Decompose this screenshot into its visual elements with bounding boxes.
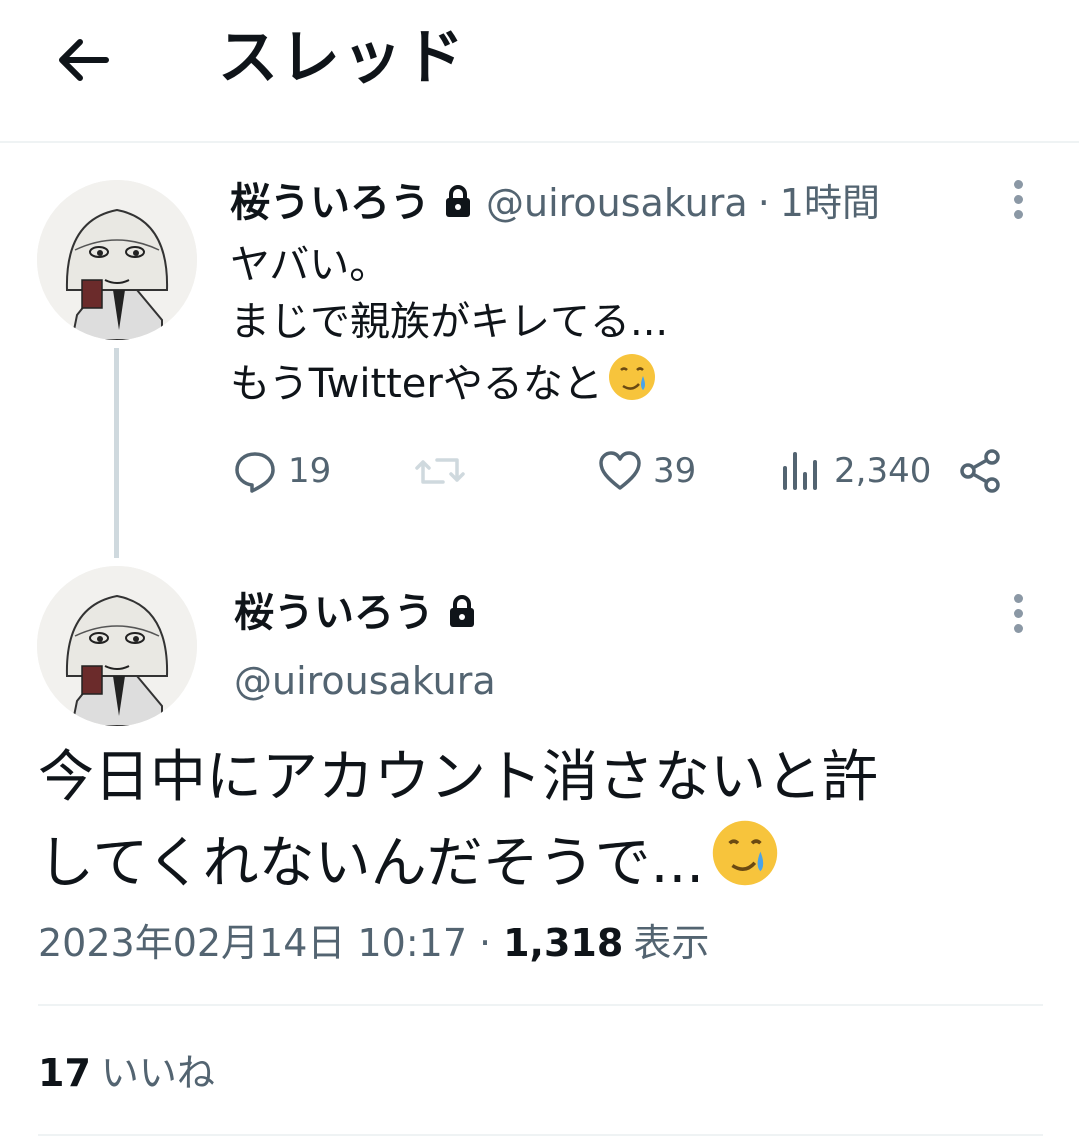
- tweet-body: ヤバい。 まじで親族がキレてる... もうTwitterやるなと: [230, 238, 668, 417]
- tweet-header: 桜ういろう: [234, 588, 476, 638]
- retweet-icon: [415, 458, 465, 484]
- views-button[interactable]: 2,340: [778, 448, 931, 494]
- back-arrow-icon[interactable]: [54, 30, 114, 90]
- face-holding-back-tears-icon: [710, 818, 780, 910]
- tweet-text-line: もうTwitterやるなと: [230, 361, 603, 407]
- divider: [38, 1004, 1043, 1006]
- reply-button[interactable]: 19: [232, 448, 331, 494]
- separator-dot: ·: [757, 181, 770, 225]
- tweet-date[interactable]: 2023年02月14日 10:17: [38, 918, 467, 968]
- tweet-text-line: してくれないんだそうで...: [38, 831, 705, 896]
- view-count: 1,318: [503, 921, 624, 965]
- like-count: 17: [38, 1051, 91, 1095]
- thread-line: [114, 348, 119, 558]
- tweet-body: 今日中にアカウント消さないと許 してくれないんだそうで...: [38, 738, 878, 910]
- display-name[interactable]: 桜ういろう: [234, 588, 434, 638]
- header-divider: [0, 141, 1079, 143]
- avatar[interactable]: [37, 566, 197, 726]
- tweet-text-line: ヤバい。: [230, 242, 390, 288]
- more-options-icon[interactable]: [1014, 594, 1028, 639]
- tweet-text-line: 今日中にアカウント消さないと許: [38, 745, 878, 810]
- tweet-text-line: まじで親族がキレてる...: [230, 299, 669, 345]
- lock-icon: [448, 594, 476, 632]
- heart-icon: [599, 451, 641, 490]
- likes-label: いいね: [100, 1051, 215, 1095]
- face-holding-back-tears-icon: [607, 352, 657, 417]
- separator-dot: ·: [479, 921, 492, 965]
- like-count: 39: [653, 451, 697, 491]
- divider: [38, 1134, 1043, 1136]
- tweet-header: 桜ういろう @uirousakura · 1時間: [230, 178, 880, 228]
- like-button[interactable]: 39: [597, 448, 696, 494]
- share-icon[interactable]: [958, 448, 1004, 498]
- display-name[interactable]: 桜ういろう: [230, 178, 430, 228]
- view-count: 2,340: [834, 451, 932, 491]
- lock-icon: [444, 184, 472, 222]
- retweet-button[interactable]: [413, 448, 477, 494]
- reply-count: 19: [288, 451, 332, 491]
- reply-icon: [235, 452, 275, 493]
- tweet-meta-row: 2023年02月14日 10:17 · 1,318 表示: [38, 918, 709, 968]
- timestamp[interactable]: 1時間: [780, 178, 880, 228]
- likes-summary[interactable]: 17 いいね: [38, 1048, 215, 1098]
- handle[interactable]: @uirousakura: [486, 178, 748, 228]
- handle[interactable]: @uirousakura: [234, 656, 496, 706]
- page-title: スレッド: [218, 23, 466, 93]
- more-options-icon[interactable]: [1014, 180, 1028, 225]
- avatar[interactable]: [37, 180, 197, 340]
- views-label: 表示: [633, 921, 710, 965]
- analytics-icon: [783, 452, 817, 490]
